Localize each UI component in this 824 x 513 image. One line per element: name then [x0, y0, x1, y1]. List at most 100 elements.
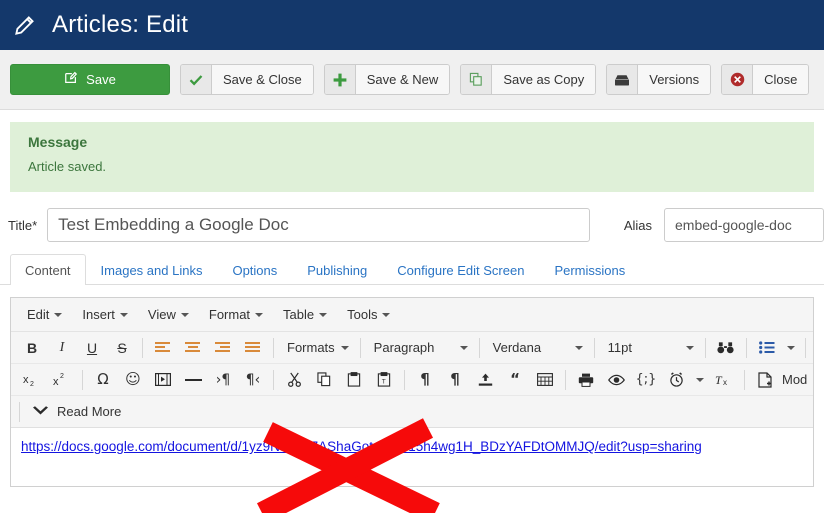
close-button[interactable]: Close	[721, 64, 810, 95]
bullet-list-caret[interactable]	[782, 334, 800, 362]
copy-icon[interactable]	[309, 366, 339, 394]
insert-date-time-icon[interactable]	[661, 366, 691, 394]
menu-view[interactable]: View	[138, 303, 199, 326]
tab-permissions[interactable]: Permissions	[539, 254, 640, 285]
message-text: Article saved.	[28, 159, 107, 174]
blockquote-icon[interactable]: “	[500, 366, 530, 394]
menu-edit[interactable]: Edit	[17, 303, 72, 326]
rtl-icon[interactable]: ¶‹	[238, 366, 268, 394]
menu-format-label: Format	[208, 307, 251, 322]
menu-tools-label: Tools	[347, 307, 378, 322]
tab-images-and-links[interactable]: Images and Links	[86, 254, 218, 285]
required-marker: *	[32, 217, 38, 233]
font-size-dropdown[interactable]: 11pt	[600, 335, 700, 361]
google-doc-link[interactable]: https://docs.google.com/document/d/1yz9N…	[21, 439, 702, 454]
message-container: Message Article saved.	[0, 110, 824, 192]
save-new-button[interactable]: Save & New	[323, 64, 451, 95]
read-more-icon[interactable]	[25, 398, 55, 426]
save-close-button[interactable]: Save & Close	[180, 64, 314, 95]
save-button[interactable]: Save	[10, 64, 170, 95]
divider	[82, 369, 83, 390]
special-character-icon[interactable]: Ω	[88, 366, 118, 394]
divider	[804, 337, 806, 358]
chevron-down-icon	[255, 312, 264, 317]
preview-icon[interactable]	[601, 366, 631, 394]
emoticon-icon[interactable]: ☺	[118, 366, 148, 394]
menu-table[interactable]: Table	[273, 303, 337, 326]
module-button[interactable]: Mod	[780, 367, 813, 393]
align-left-icon[interactable]	[148, 334, 178, 362]
align-right-icon[interactable]	[208, 334, 238, 362]
divider	[478, 337, 480, 358]
read-more-button[interactable]: Read More	[55, 399, 127, 425]
save-as-copy-button[interactable]: Save as Copy	[460, 64, 597, 95]
template-icon[interactable]	[530, 366, 560, 394]
menu-format[interactable]: Format	[199, 303, 273, 326]
divider	[704, 337, 706, 358]
horizontal-rule-icon[interactable]	[178, 366, 208, 394]
divider	[273, 369, 274, 390]
divider	[593, 337, 595, 358]
ltr-icon[interactable]: ›¶	[208, 366, 238, 394]
article-edit-page: Articles: Edit Save Save & Close Save & …	[0, 0, 824, 513]
svg-text:x: x	[723, 378, 727, 387]
show-blocks-icon[interactable]: ¶	[410, 366, 440, 394]
bold-icon[interactable]: B	[17, 334, 47, 362]
media-icon[interactable]	[148, 366, 178, 394]
tinymce-editor: Edit Insert View Format Table Tools B I …	[10, 297, 814, 487]
strikethrough-icon[interactable]: S	[107, 334, 137, 362]
source-code-icon[interactable]: {;}	[631, 366, 661, 394]
tab-options[interactable]: Options	[217, 254, 292, 285]
date-time-caret[interactable]	[691, 366, 709, 394]
editor-toolbar-row-1: B I U S Formats Paragraph Verdana 11pt	[11, 332, 813, 364]
menu-insert-label: Insert	[82, 307, 115, 322]
page-header: Articles: Edit	[0, 0, 824, 50]
block-format-dropdown[interactable]: Paragraph	[366, 335, 474, 361]
editor-content-area[interactable]: https://docs.google.com/document/d/1yz9N…	[11, 428, 813, 486]
svg-text:T: T	[715, 373, 723, 387]
underline-icon[interactable]: U	[77, 334, 107, 362]
paste-icon[interactable]	[339, 366, 369, 394]
font-family-dropdown[interactable]: Verdana	[485, 335, 589, 361]
cut-icon[interactable]	[279, 366, 309, 394]
divider	[359, 337, 361, 358]
align-justify-icon[interactable]	[238, 334, 268, 362]
chevron-down-icon	[54, 312, 63, 317]
formats-dropdown[interactable]: Formats	[279, 335, 355, 361]
paragraph-mark-icon[interactable]: ¶	[440, 366, 470, 394]
chevron-down-icon	[786, 345, 795, 350]
menu-tools[interactable]: Tools	[337, 303, 400, 326]
menu-edit-label: Edit	[27, 307, 50, 322]
versions-button[interactable]: Versions	[606, 64, 712, 95]
bullet-list-icon[interactable]	[752, 334, 782, 362]
divider	[565, 369, 566, 390]
plus-icon	[324, 65, 356, 94]
save-new-label: Save & New	[355, 65, 450, 94]
numbered-list-icon[interactable]: 123	[811, 334, 813, 362]
check-icon	[181, 65, 212, 94]
block-format-label: Paragraph	[373, 340, 435, 355]
tab-configure-edit-screen[interactable]: Configure Edit Screen	[382, 254, 539, 285]
alias-group: Alias	[624, 208, 824, 242]
search-replace-icon[interactable]	[711, 334, 741, 362]
tab-publishing[interactable]: Publishing	[292, 254, 382, 285]
module-button-label: Mod	[782, 372, 808, 387]
import-icon[interactable]	[470, 366, 500, 394]
title-alias-row: Title* Alias	[0, 192, 824, 252]
divider	[142, 337, 143, 358]
module-icon[interactable]	[750, 366, 780, 394]
print-icon[interactable]	[571, 366, 601, 394]
align-center-icon[interactable]	[178, 334, 208, 362]
clear-formatting-icon[interactable]: T x	[709, 366, 739, 394]
tab-content[interactable]: Content	[10, 254, 86, 285]
paste-as-text-icon[interactable]: T	[369, 366, 399, 394]
alias-input[interactable]	[664, 208, 824, 242]
archive-icon	[607, 65, 639, 94]
svg-text:T: T	[382, 378, 386, 385]
italic-icon[interactable]: I	[47, 334, 77, 362]
menu-insert[interactable]: Insert	[72, 303, 138, 326]
formats-dropdown-label: Formats	[287, 340, 335, 355]
superscript-icon[interactable]: x2	[47, 366, 77, 394]
title-input[interactable]	[47, 208, 590, 242]
subscript-icon[interactable]: x2	[17, 366, 47, 394]
